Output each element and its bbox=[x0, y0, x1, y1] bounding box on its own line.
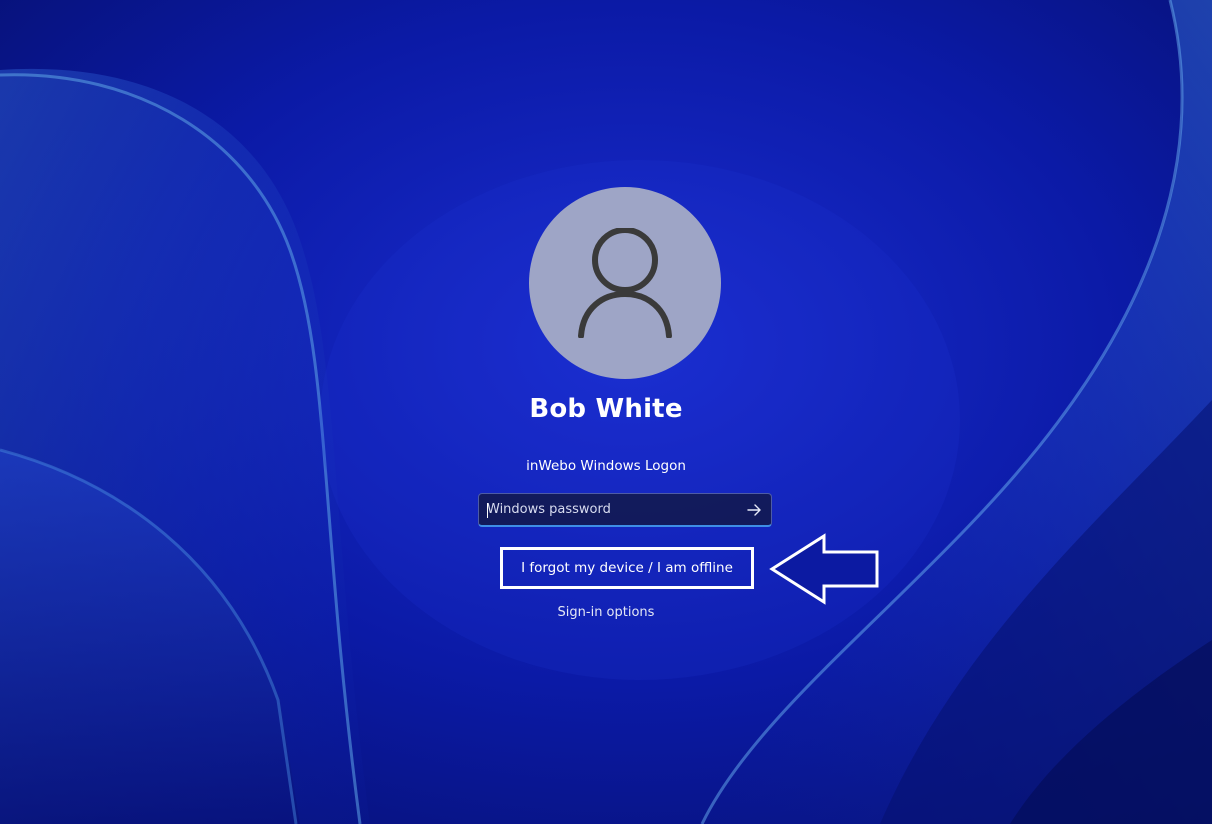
arrow-left-outline-icon bbox=[769, 533, 879, 605]
user-name: Bob White bbox=[529, 394, 683, 424]
forgot-device-label: I forgot my device / I am offline bbox=[521, 560, 733, 576]
signin-options: Sign-in options bbox=[0, 605, 1212, 620]
arrow-right-icon[interactable] bbox=[745, 501, 763, 519]
password-input[interactable] bbox=[487, 494, 737, 525]
forgot-device-link[interactable]: I forgot my device / I am offline bbox=[500, 547, 754, 589]
credential-provider-label: inWebo Windows Logon bbox=[526, 458, 686, 474]
text-caret bbox=[487, 503, 488, 518]
user-avatar bbox=[529, 187, 721, 379]
password-field[interactable] bbox=[478, 493, 772, 527]
signin-options-link[interactable]: Sign-in options bbox=[558, 605, 655, 620]
person-icon bbox=[578, 228, 672, 338]
